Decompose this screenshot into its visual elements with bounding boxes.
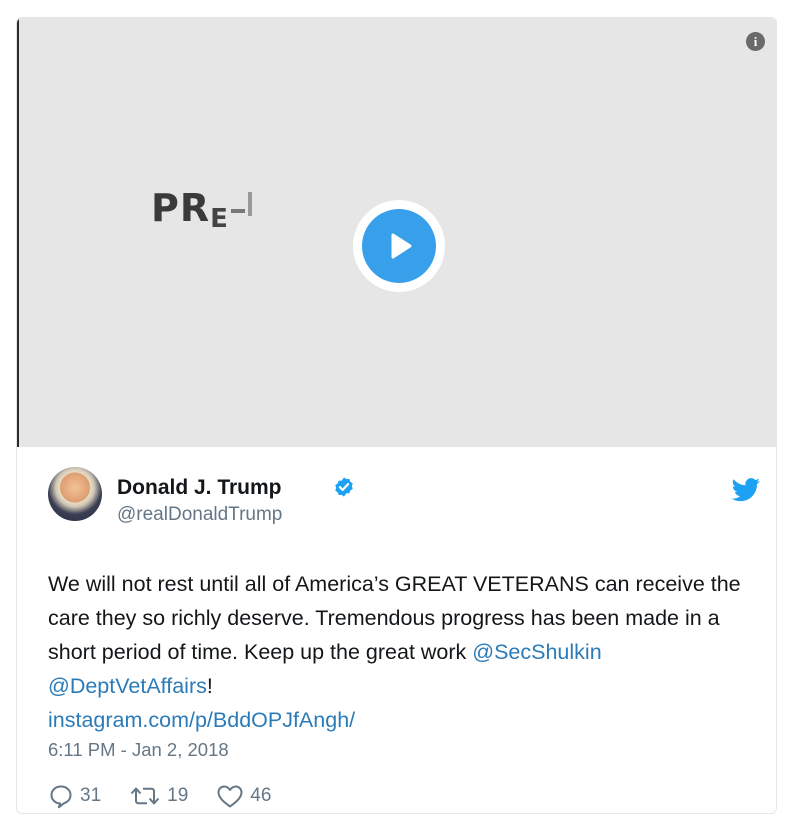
- instagram-link[interactable]: instagram.com/p/BddOPJfAngh/: [48, 708, 355, 732]
- video-player[interactable]: i PRE: [17, 18, 776, 447]
- video-frame-text: PRE: [151, 186, 252, 234]
- author-handle[interactable]: @realDonaldTrump: [117, 504, 282, 526]
- reply-icon: [50, 785, 72, 809]
- avatar[interactable]: [48, 467, 102, 521]
- tweet-card: i PRE Donald J. Trump @realDonaldTrump W…: [16, 17, 777, 814]
- tweet-text-end: !: [206, 674, 213, 698]
- author-name[interactable]: Donald J. Trump: [117, 476, 282, 500]
- reply-button[interactable]: 31: [48, 783, 101, 809]
- tweet-text: We will not rest until all of America’s …: [48, 567, 758, 737]
- like-button[interactable]: 46: [216, 783, 271, 809]
- video-edge: [17, 18, 19, 447]
- timestamp[interactable]: 6:11 PM - Jan 2, 2018: [48, 739, 229, 761]
- video-text-big: PR: [151, 186, 211, 230]
- retweet-button[interactable]: 19: [129, 783, 188, 809]
- twitter-bird-icon[interactable]: [731, 478, 761, 502]
- tweet-text-body: We will not rest until all of America’s …: [48, 572, 741, 664]
- info-icon[interactable]: i: [746, 32, 765, 51]
- play-icon: [362, 209, 436, 283]
- retweet-count: 19: [167, 785, 189, 806]
- video-bar: [247, 192, 252, 216]
- like-count: 46: [250, 785, 272, 806]
- video-dash: [230, 208, 245, 213]
- mention-deptvetaffairs[interactable]: @DeptVetAffairs: [48, 674, 207, 698]
- play-button[interactable]: [353, 200, 445, 292]
- reply-count: 31: [80, 785, 102, 806]
- video-text-small: E: [210, 204, 229, 234]
- verified-badge-icon: [335, 477, 353, 497]
- retweet-icon: [130, 787, 160, 805]
- mention-secshulkin[interactable]: @SecShulkin: [472, 640, 601, 664]
- tweet-actions: 31 19 46: [48, 779, 299, 813]
- heart-icon: [217, 785, 243, 808]
